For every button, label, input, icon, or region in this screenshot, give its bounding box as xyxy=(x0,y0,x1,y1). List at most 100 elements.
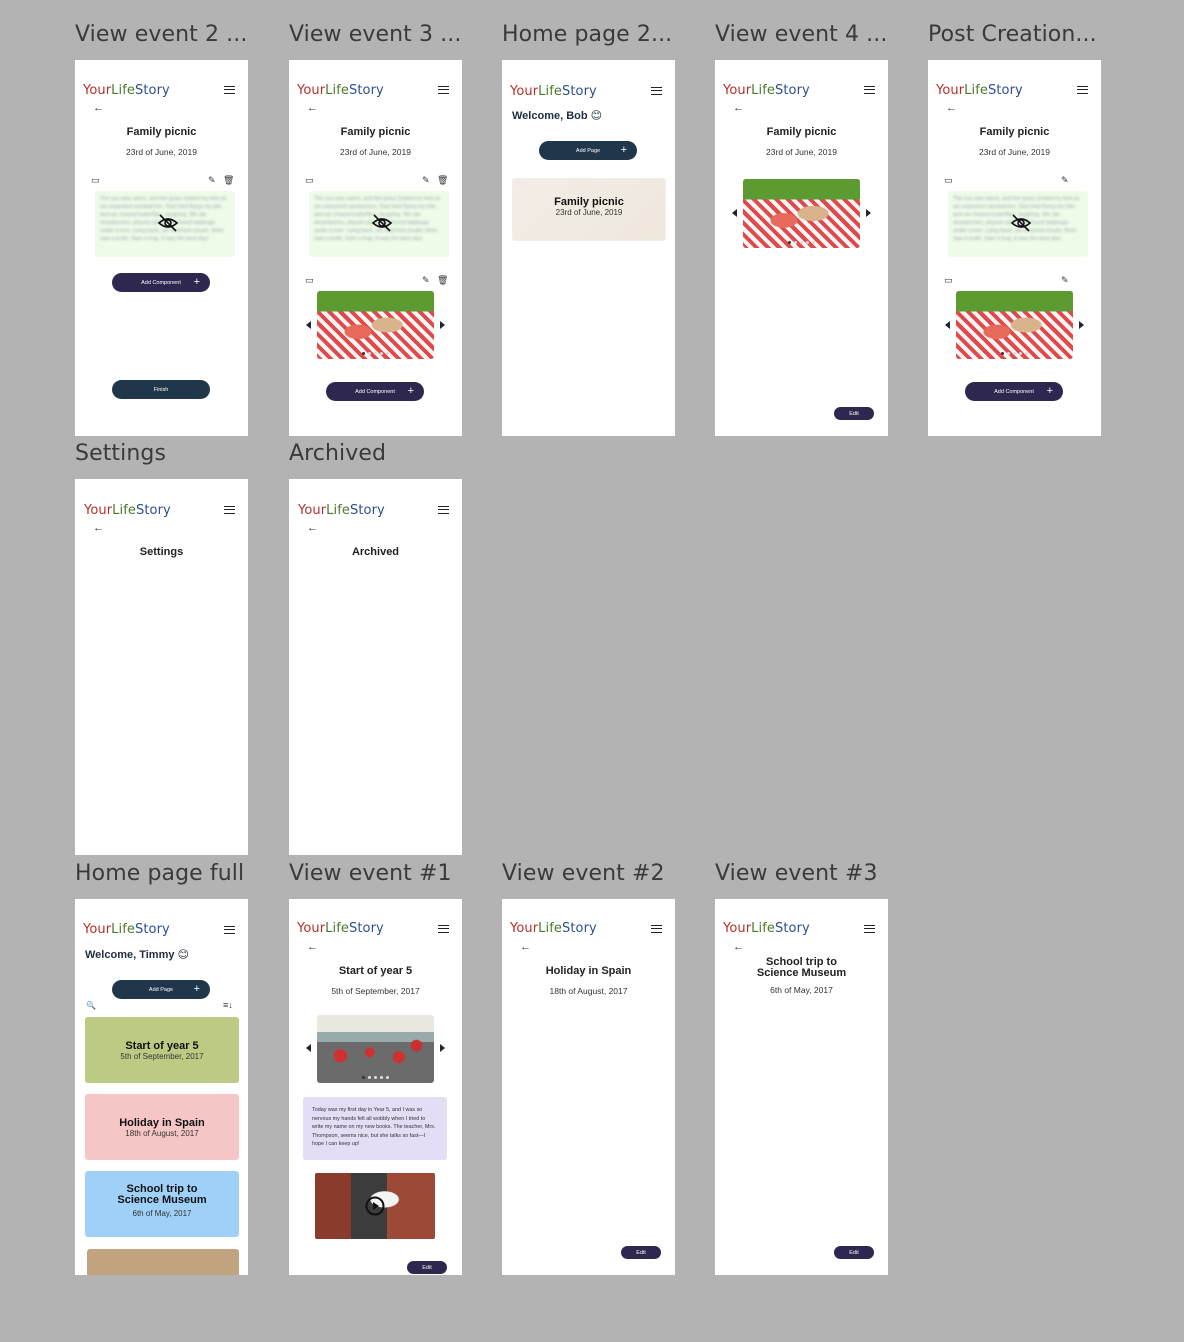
plus-icon: + xyxy=(193,276,200,288)
chevron-right-icon[interactable] xyxy=(440,321,445,329)
back-arrow-icon[interactable]: ← xyxy=(946,103,957,114)
eye-off-icon[interactable] xyxy=(371,213,393,233)
event-date: 23rd of June, 2019 xyxy=(126,147,197,157)
frame-label: View event 3 ... xyxy=(289,22,462,47)
chevron-left-icon[interactable] xyxy=(306,1044,311,1052)
classroom-photo[interactable] xyxy=(317,1015,434,1083)
menu-icon[interactable] xyxy=(224,506,235,514)
menu-icon[interactable] xyxy=(651,87,662,95)
event-date: 23rd of June, 2019 xyxy=(340,147,411,157)
event-card[interactable]: School trip to Science Museum 6th of May… xyxy=(85,1171,239,1237)
search-icon[interactable]: 🔍 xyxy=(86,1002,96,1010)
back-arrow-icon[interactable]: ← xyxy=(307,103,318,114)
add-page-button[interactable]: Add Page + xyxy=(112,980,210,999)
edit-button[interactable]: Edit xyxy=(407,1261,447,1274)
app-logo: YourLifeStory xyxy=(83,83,170,98)
video-thumbnail[interactable] xyxy=(315,1173,435,1239)
menu-icon[interactable] xyxy=(224,926,235,934)
menu-icon[interactable] xyxy=(651,925,662,933)
card-date: 5th of September, 2017 xyxy=(120,1052,204,1061)
frame-view-event-3: YourLifeStory ← Family picnic 23rd of Ju… xyxy=(289,60,462,436)
hidden-text-component[interactable]: The sun was warm, and the grass tickled … xyxy=(948,191,1088,257)
edit-button[interactable]: Edit xyxy=(621,1246,661,1259)
trash-icon[interactable]: 🗑 xyxy=(437,176,448,185)
play-icon[interactable] xyxy=(365,1196,385,1216)
archive-icon[interactable]: ▭ xyxy=(944,276,953,285)
menu-icon[interactable] xyxy=(1077,86,1088,94)
app-logo: YourLifeStory xyxy=(84,503,171,518)
add-component-button[interactable]: Add Component + xyxy=(965,382,1063,401)
chevron-left-icon[interactable] xyxy=(732,209,737,217)
frame-home-page-2: YourLifeStory Welcome, Bob 😊 Add Page + F… xyxy=(502,60,675,436)
menu-icon[interactable] xyxy=(864,86,875,94)
menu-icon[interactable] xyxy=(864,925,875,933)
archive-icon[interactable]: ▭ xyxy=(305,176,314,185)
event-date: 23rd of June, 2019 xyxy=(766,147,837,157)
trash-icon[interactable]: 🗑 xyxy=(437,276,448,285)
back-arrow-icon[interactable]: ← xyxy=(93,523,104,534)
frame-label: Post Creation... xyxy=(928,22,1097,47)
add-component-button[interactable]: Add Component + xyxy=(326,382,424,401)
sort-icon[interactable]: ≡↓ xyxy=(223,1001,233,1010)
photo-carousel[interactable] xyxy=(317,291,434,359)
event-card[interactable]: Start of year 5 5th of September, 2017 xyxy=(85,1017,239,1083)
pencil-icon[interactable]: ✎ xyxy=(422,176,430,185)
edit-button[interactable]: Edit xyxy=(834,407,874,420)
chevron-left-icon[interactable] xyxy=(945,321,950,329)
frame-label: Settings xyxy=(75,441,167,466)
finish-button[interactable]: Finish xyxy=(112,380,210,399)
event-title: Start of year 5 xyxy=(338,965,413,977)
pencil-icon[interactable]: ✎ xyxy=(1061,176,1069,185)
event-date: 6th of May, 2017 xyxy=(770,985,833,995)
event-title: Family picnic xyxy=(979,126,1050,138)
event-date: 23rd of June, 2019 xyxy=(979,147,1050,157)
event-title: Family picnic xyxy=(340,126,411,138)
add-component-button[interactable]: Add Component + xyxy=(112,273,210,292)
chevron-right-icon[interactable] xyxy=(440,1044,445,1052)
back-arrow-icon[interactable]: ← xyxy=(93,103,104,114)
frame-label: Home page full xyxy=(75,861,245,886)
eye-off-icon[interactable] xyxy=(157,213,179,233)
edit-button[interactable]: Edit xyxy=(834,1246,874,1259)
hidden-text-component[interactable]: The sun was warm, and the grass tickled … xyxy=(309,191,449,257)
photo-carousel[interactable] xyxy=(956,291,1073,359)
frame-label: View event 2 ... xyxy=(75,22,248,47)
archive-icon[interactable]: ▭ xyxy=(305,276,314,285)
event-title: School trip to Science Museum xyxy=(756,956,847,979)
frame-view-event-2: YourLifeStory ← Family picnic 23rd of Ju… xyxy=(75,60,248,436)
back-arrow-icon[interactable]: ← xyxy=(307,523,318,534)
pencil-icon[interactable]: ✎ xyxy=(208,176,216,185)
back-arrow-icon[interactable]: ← xyxy=(307,942,318,953)
app-logo: YourLifeStory xyxy=(297,921,384,936)
event-card[interactable] xyxy=(87,1249,239,1275)
back-arrow-icon[interactable]: ← xyxy=(520,942,531,953)
chevron-right-icon[interactable] xyxy=(866,209,871,217)
menu-icon[interactable] xyxy=(224,86,235,94)
archive-icon[interactable]: ▭ xyxy=(944,176,953,185)
photo-carousel[interactable] xyxy=(743,179,860,248)
app-logo: YourLifeStory xyxy=(510,921,597,936)
pencil-icon[interactable]: ✎ xyxy=(1061,276,1069,285)
back-arrow-icon[interactable]: ← xyxy=(733,942,744,953)
chevron-left-icon[interactable] xyxy=(306,321,311,329)
add-page-button[interactable]: Add Page + xyxy=(539,141,637,160)
back-arrow-icon[interactable]: ← xyxy=(733,103,744,114)
menu-icon[interactable] xyxy=(438,506,449,514)
event-card[interactable]: Holiday in Spain 18th of August, 2017 xyxy=(85,1094,239,1160)
picnic-photo xyxy=(743,179,860,248)
menu-icon[interactable] xyxy=(438,925,449,933)
picnic-photo xyxy=(956,291,1073,359)
picnic-photo xyxy=(317,291,434,359)
trash-icon[interactable]: 🗑 xyxy=(223,176,234,185)
page-title: Settings xyxy=(139,546,184,558)
carousel-dots xyxy=(317,1076,434,1079)
archive-icon[interactable]: ▭ xyxy=(91,176,100,185)
eye-off-icon[interactable] xyxy=(1010,213,1032,233)
event-card[interactable]: Family picnic 23rd of June, 2019 xyxy=(512,178,666,241)
card-date: 6th of May, 2017 xyxy=(132,1209,192,1218)
hidden-text-component[interactable]: The sun was warm, and the grass tickled … xyxy=(95,191,235,257)
chevron-right-icon[interactable] xyxy=(1079,321,1084,329)
pencil-icon[interactable]: ✎ xyxy=(422,276,430,285)
app-logo: YourLifeStory xyxy=(83,922,170,937)
menu-icon[interactable] xyxy=(438,86,449,94)
